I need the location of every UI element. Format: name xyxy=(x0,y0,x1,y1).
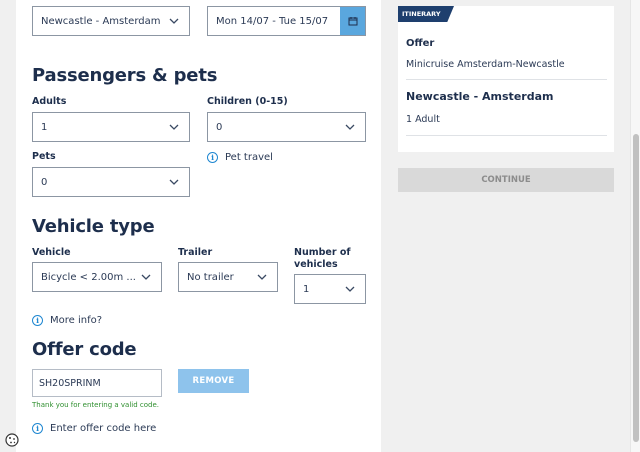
trailer-select[interactable]: No trailer xyxy=(178,262,278,292)
continue-button[interactable]: CONTINUE xyxy=(398,168,614,192)
calendar-icon xyxy=(348,17,357,26)
chevron-down-icon xyxy=(257,274,267,280)
date-range-field[interactable]: Mon 14/07 - Tue 15/07 xyxy=(207,6,366,36)
more-info-label: More info? xyxy=(50,315,103,326)
itinerary-tab: ITINERARY xyxy=(398,6,454,22)
cookie-icon[interactable] xyxy=(4,432,20,448)
itinerary-divider xyxy=(406,79,607,80)
trailer-select-value: No trailer xyxy=(187,271,234,283)
trailer-label: Trailer xyxy=(178,247,213,258)
itinerary-passengers-text: 1 Adult xyxy=(406,114,440,125)
pet-travel-label: Pet travel xyxy=(225,152,273,163)
children-select-value: 0 xyxy=(216,121,223,133)
pets-select-value: 0 xyxy=(41,176,48,188)
offer-valid-message: Thank you for entering a valid code. xyxy=(32,401,159,409)
offer-code-value: SH20SPRINM xyxy=(39,377,101,389)
remove-offer-button[interactable]: REMOVE xyxy=(178,369,249,393)
route-select-value: Newcastle - Amsterdam xyxy=(41,15,161,27)
vehicle-heading: Vehicle type xyxy=(32,216,155,237)
route-select[interactable]: Newcastle - Amsterdam xyxy=(32,6,190,36)
chevron-down-icon xyxy=(141,274,151,280)
info-icon: i xyxy=(207,152,218,163)
chevron-down-icon xyxy=(345,124,355,130)
pet-travel-link[interactable]: i Pet travel xyxy=(207,152,273,163)
adults-label: Adults xyxy=(32,96,67,107)
adults-select-value: 1 xyxy=(41,121,48,133)
itinerary-route-heading: Newcastle - Amsterdam xyxy=(406,90,554,103)
chevron-down-icon xyxy=(169,18,179,24)
calendar-button[interactable] xyxy=(340,7,365,35)
vehicle-select[interactable]: Bicycle < 2.00m ... xyxy=(32,262,162,292)
passengers-heading: Passengers & pets xyxy=(32,65,218,86)
itinerary-panel: ITINERARY Offer Minicruise Amsterdam-New… xyxy=(398,6,614,152)
date-range-value: Mon 14/07 - Tue 15/07 xyxy=(216,15,329,27)
offer-code-input[interactable]: SH20SPRINM xyxy=(32,369,162,397)
page-scrollbar[interactable] xyxy=(630,0,640,452)
number-of-vehicles-value: 1 xyxy=(303,283,310,295)
vehicle-select-value: Bicycle < 2.00m ... xyxy=(41,271,136,283)
chevron-down-icon xyxy=(169,124,179,130)
adults-select[interactable]: 1 xyxy=(32,112,190,142)
children-select[interactable]: 0 xyxy=(207,112,366,142)
scrollbar-thumb[interactable] xyxy=(633,134,639,442)
chevron-down-icon xyxy=(345,286,355,292)
number-of-vehicles-label-line1: Number of xyxy=(294,247,351,258)
itinerary-offer-heading: Offer xyxy=(406,38,435,49)
itinerary-divider xyxy=(406,135,607,136)
page: Newcastle - Amsterdam Mon 14/07 - Tue 15… xyxy=(0,0,630,452)
itinerary-offer-text: Minicruise Amsterdam-Newcastle xyxy=(406,59,565,70)
chevron-down-icon xyxy=(169,179,179,185)
info-icon: i xyxy=(32,423,43,434)
number-of-vehicles-label-line2: vehicles xyxy=(294,259,338,270)
more-info-link[interactable]: i More info? xyxy=(32,315,102,326)
info-icon: i xyxy=(32,315,43,326)
number-of-vehicles-label: Number of vehicles xyxy=(294,247,351,271)
pets-select[interactable]: 0 xyxy=(32,167,190,197)
offer-code-heading: Offer code xyxy=(32,339,137,360)
enter-offer-code-link[interactable]: i Enter offer code here xyxy=(32,423,156,434)
vehicle-label: Vehicle xyxy=(32,247,71,258)
children-label: Children (0-15) xyxy=(207,96,288,107)
number-of-vehicles-select[interactable]: 1 xyxy=(294,274,366,304)
pets-label: Pets xyxy=(32,151,56,162)
enter-offer-code-label: Enter offer code here xyxy=(50,423,157,434)
